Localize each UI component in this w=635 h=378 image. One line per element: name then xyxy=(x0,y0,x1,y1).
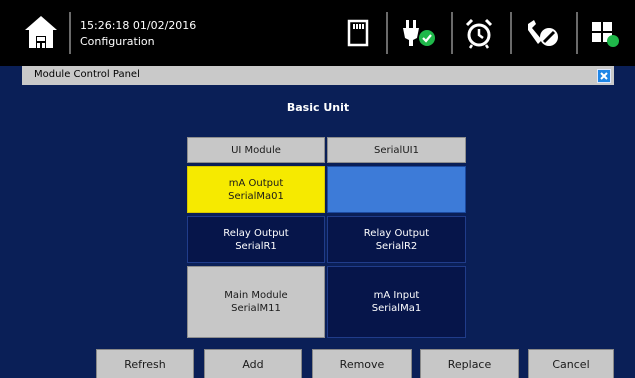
separator xyxy=(386,12,388,54)
remove-button[interactable]: Remove xyxy=(312,349,412,378)
ma-input-slot[interactable]: mA Input SerialMa1 xyxy=(327,266,466,338)
home-button[interactable] xyxy=(17,10,65,56)
empty-slot[interactable] xyxy=(327,166,466,213)
separator xyxy=(69,12,71,54)
module-name: mA Output xyxy=(228,177,284,189)
panel-title-bar: Module Control Panel xyxy=(22,66,614,86)
status-datetime: 15:26:18 01/02/2016 Configuration xyxy=(80,18,196,50)
separator xyxy=(510,12,512,54)
main-module-slot[interactable]: Main Module SerialM11 xyxy=(187,266,325,338)
tools-button[interactable] xyxy=(522,16,558,50)
tools-icon xyxy=(528,20,558,46)
screen-name: Configuration xyxy=(80,35,155,48)
power-plug-ok-icon xyxy=(403,20,435,46)
status-bar: 15:26:18 01/02/2016 Configuration xyxy=(0,0,635,66)
module-name: mA Input xyxy=(373,290,420,301)
module-serial: SerialUI1 xyxy=(374,144,419,156)
module-serial: SerialMa01 xyxy=(228,190,284,202)
panel-title: Module Control Panel xyxy=(34,69,140,80)
module-control-panel: Basic Unit UI Module SerialUI1 mA Output… xyxy=(22,85,614,378)
module-name: Relay Output xyxy=(363,227,430,239)
module-serial: SerialR2 xyxy=(375,240,418,252)
ma-output-slot[interactable]: mA Output SerialMa01 xyxy=(187,166,325,213)
home-icon xyxy=(25,16,57,48)
ui-serial-cell[interactable]: SerialUI1 xyxy=(327,137,466,163)
module-name: Main Module xyxy=(224,290,288,301)
module-serial: SerialMa1 xyxy=(371,303,422,314)
windows-button[interactable] xyxy=(586,16,622,50)
separator xyxy=(451,12,453,54)
alarm-clock-icon xyxy=(465,18,493,49)
add-button[interactable]: Add xyxy=(204,349,302,378)
cancel-button[interactable]: Cancel xyxy=(528,349,614,378)
relay-output-2-slot[interactable]: Relay Output SerialR2 xyxy=(327,216,466,263)
alarm-button[interactable] xyxy=(461,16,497,50)
module-name: Relay Output xyxy=(223,227,289,239)
status-date: 01/02/2016 xyxy=(132,19,197,32)
module-serial: SerialM11 xyxy=(231,303,281,314)
separator xyxy=(576,12,578,54)
sd-card-button[interactable] xyxy=(340,16,376,50)
close-icon xyxy=(600,72,608,80)
refresh-button[interactable]: Refresh xyxy=(96,349,194,378)
screen: 15:26:18 01/02/2016 Configuration Module… xyxy=(0,0,635,378)
status-time: 15:26:18 xyxy=(80,19,130,32)
close-button[interactable] xyxy=(597,69,611,83)
basic-unit-heading: Basic Unit xyxy=(286,101,350,114)
module-name: UI Module xyxy=(231,144,281,156)
ui-module-cell[interactable]: UI Module xyxy=(187,137,325,163)
power-status-button[interactable] xyxy=(398,16,435,50)
sd-card-icon xyxy=(347,19,369,47)
relay-output-1-slot[interactable]: Relay Output SerialR1 xyxy=(187,216,325,263)
windows-overlap-icon xyxy=(592,22,619,47)
module-serial: SerialR1 xyxy=(235,240,277,252)
replace-button[interactable]: Replace xyxy=(420,349,519,378)
